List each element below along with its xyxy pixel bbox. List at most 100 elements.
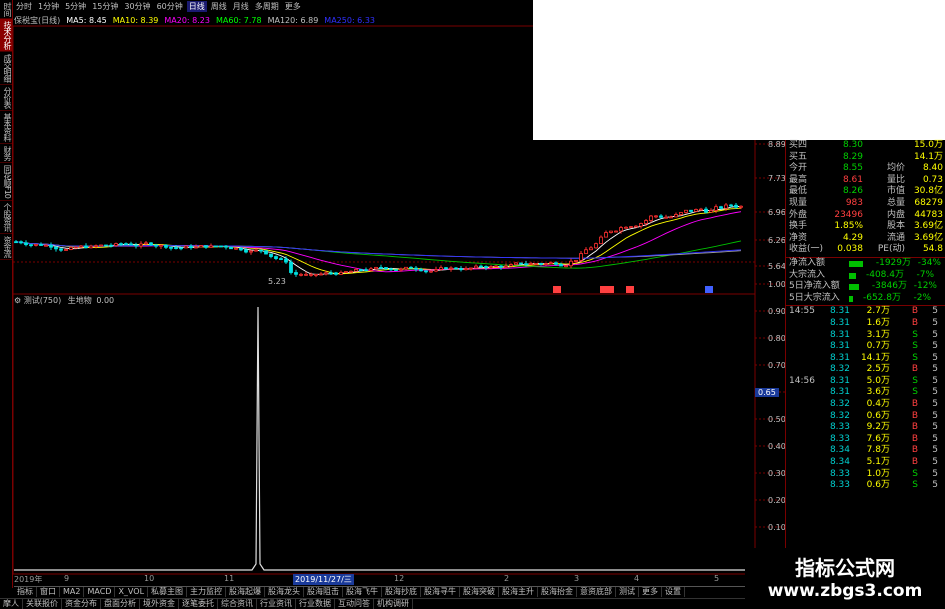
left-tab-6[interactable]: 同花顺F10 bbox=[0, 163, 12, 201]
indicator-tab-1[interactable]: 窗口 bbox=[37, 587, 60, 597]
period-tab-10[interactable]: 更多 bbox=[283, 1, 303, 12]
tick-row: 8.33 0.6万 S 5 bbox=[786, 480, 945, 492]
tick-volume: 7.6万 bbox=[866, 433, 890, 444]
left-tab-3[interactable]: 分价表 bbox=[0, 85, 12, 111]
indicator-tab-8[interactable]: 股海龙头 bbox=[265, 587, 305, 597]
tick-price: 8.31 bbox=[829, 375, 850, 386]
period-tab-2[interactable]: 5分钟 bbox=[63, 1, 88, 12]
indicator-tab-0[interactable]: 指标 bbox=[14, 587, 37, 597]
candle-up bbox=[439, 267, 443, 270]
indicator-tab-10[interactable]: 股海飞牛 bbox=[343, 587, 383, 597]
period-tab-4[interactable]: 30分钟 bbox=[122, 1, 152, 12]
price-axis-label: 8.89 bbox=[768, 140, 786, 149]
quote-row: 最低 8.26 市值 30.8亿 bbox=[786, 186, 945, 198]
flow-label: 5日大宗流入 bbox=[789, 292, 840, 303]
tick-volume: 0.6万 bbox=[866, 410, 890, 421]
candle-down bbox=[179, 247, 183, 250]
info-tab-9[interactable]: 互动问答 bbox=[335, 599, 374, 609]
tick-volume: 2.5万 bbox=[866, 364, 890, 375]
indicator-tab-14[interactable]: 股海主升 bbox=[499, 587, 539, 597]
indicator-axis-label: 0.50 bbox=[768, 415, 786, 424]
indicator-label[interactable]: ⚙ 测试(750) 生地物 0.00 bbox=[14, 295, 114, 306]
indicator-tab-12[interactable]: 股海寻牛 bbox=[421, 587, 461, 597]
info-tab-3[interactable]: 盘面分析 bbox=[101, 599, 140, 609]
quote-row: 买四 8.30 15.0万 bbox=[786, 140, 945, 152]
signal-marker bbox=[705, 286, 713, 293]
indicator-tab-6[interactable]: 主力监控 bbox=[187, 587, 227, 597]
info-tab-7[interactable]: 行业资讯 bbox=[257, 599, 296, 609]
candle-down bbox=[484, 266, 488, 269]
tick-count: 5 bbox=[932, 375, 938, 386]
indicator-tab-15[interactable]: 股海抬金 bbox=[538, 587, 578, 597]
quote-value: 1.85% bbox=[834, 221, 863, 232]
indicator-tab-19[interactable]: 设置 bbox=[662, 587, 686, 597]
left-tab-7[interactable]: 个股资讯 bbox=[0, 201, 12, 234]
flow-label: 大宗流入 bbox=[789, 269, 826, 280]
tick-count: 5 bbox=[932, 445, 938, 456]
candle-down bbox=[559, 263, 563, 267]
candle-up bbox=[69, 246, 73, 250]
period-tab-0[interactable]: 分时 bbox=[14, 1, 34, 12]
period-tab-1[interactable]: 1分钟 bbox=[36, 1, 61, 12]
tick-price: 8.31 bbox=[829, 387, 850, 398]
candle-down bbox=[54, 246, 58, 250]
period-tab-6[interactable]: 日线 bbox=[186, 1, 207, 12]
tick-time bbox=[786, 330, 820, 342]
left-tab-2[interactable]: 成交明细 bbox=[0, 52, 12, 85]
candle-down bbox=[39, 243, 43, 246]
left-tab-4[interactable]: 基本资料 bbox=[0, 111, 12, 144]
quote-value2: 54.8 bbox=[922, 244, 943, 255]
tick-volume: 1.6万 bbox=[866, 317, 890, 328]
left-tab-1[interactable]: 技术分析 bbox=[0, 19, 12, 52]
candle-down bbox=[329, 272, 333, 275]
info-tab-1[interactable]: 关联报价 bbox=[23, 599, 62, 609]
indicator-tab-7[interactable]: 股海起爆 bbox=[226, 587, 266, 597]
indicator-tab-9[interactable]: 股海阻击 bbox=[304, 587, 344, 597]
date-tick: 9 bbox=[64, 574, 70, 583]
period-tab-7[interactable]: 周线 bbox=[209, 1, 229, 12]
indicator-tab-3[interactable]: MACD bbox=[84, 587, 116, 597]
tick-time: 14:55 bbox=[789, 306, 815, 317]
candle-down bbox=[454, 267, 458, 270]
indicator-tab-2[interactable]: MA2 bbox=[60, 587, 85, 597]
quote-value2: 3.69亿 bbox=[913, 232, 943, 243]
info-tab-0[interactable]: 摩人 bbox=[0, 599, 23, 609]
tick-direction: B bbox=[911, 399, 918, 410]
info-tab-10[interactable]: 机构调研 bbox=[374, 599, 413, 609]
indicator-tab-11[interactable]: 股海抄底 bbox=[382, 587, 422, 597]
info-tab-6[interactable]: 综合资讯 bbox=[218, 599, 257, 609]
period-tab-3[interactable]: 15分钟 bbox=[90, 1, 120, 12]
stock-label[interactable]: 保税宝(日线) bbox=[14, 15, 60, 26]
candle-down bbox=[704, 208, 708, 213]
tick-price: 8.33 bbox=[829, 422, 850, 433]
tick-volume: 0.7万 bbox=[866, 341, 890, 352]
indicator-tab-18[interactable]: 更多 bbox=[639, 587, 663, 597]
info-tab-8[interactable]: 行业数据 bbox=[296, 599, 335, 609]
indicator-tab-5[interactable]: 私募主图 bbox=[148, 587, 188, 597]
indicator-tab-4[interactable]: X_VOL bbox=[115, 587, 149, 597]
left-tab-8[interactable]: 资金流 bbox=[0, 234, 12, 260]
candle-down bbox=[524, 263, 528, 266]
indicator-tab-13[interactable]: 股海突破 bbox=[460, 587, 500, 597]
tick-list[interactable]: 14:55 8.31 2.7万 B 5 8.31 1.6万 B 5 8.31 3.1万 S 5 8.31 0… bbox=[786, 306, 945, 492]
indicator-tab-16[interactable]: 意资底部 bbox=[577, 587, 617, 597]
period-tab-5[interactable]: 60分钟 bbox=[155, 1, 185, 12]
candle-down bbox=[24, 242, 28, 246]
candle-down bbox=[109, 244, 113, 247]
candle-down bbox=[274, 256, 278, 259]
candle-up bbox=[664, 216, 668, 219]
info-tab-2[interactable]: 资金分布 bbox=[62, 599, 101, 609]
left-tab-0[interactable]: 时间 bbox=[0, 0, 12, 19]
candle-up bbox=[489, 266, 493, 269]
period-tab-8[interactable]: 月线 bbox=[231, 1, 251, 12]
indicator-tab-17[interactable]: 测试 bbox=[616, 587, 640, 597]
tick-row: 8.31 1.6万 B 5 bbox=[786, 318, 945, 330]
period-tab-9[interactable]: 多周期 bbox=[253, 1, 281, 12]
left-tab-5[interactable]: 财务 bbox=[0, 144, 12, 163]
info-tab-5[interactable]: 逐笔委托 bbox=[179, 599, 218, 609]
candle-down bbox=[294, 272, 298, 275]
quote-value: 8.30 bbox=[842, 140, 863, 150]
candle-up bbox=[89, 245, 93, 249]
candle-down bbox=[124, 243, 128, 246]
info-tab-4[interactable]: 境外资金 bbox=[140, 599, 179, 609]
